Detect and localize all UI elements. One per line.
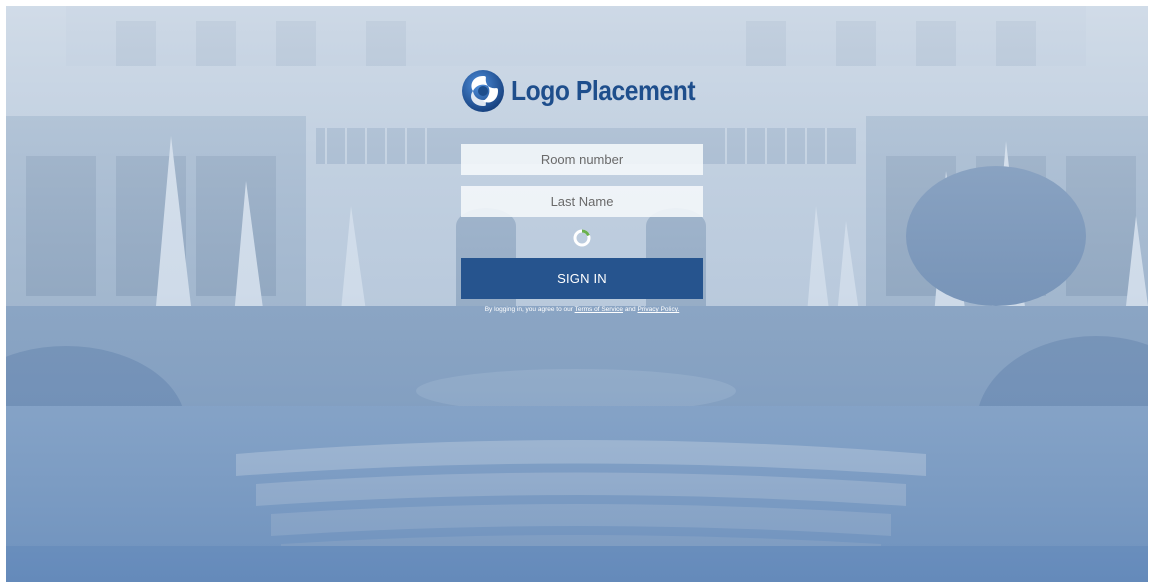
login-panel: Logo Placement SIGN IN By logging in, yo… — [6, 6, 1148, 582]
sign-in-button[interactable]: SIGN IN — [461, 258, 703, 299]
loading-spinner-icon — [573, 229, 591, 247]
swirl-logo-icon — [462, 70, 504, 112]
login-screen: Logo Placement SIGN IN By logging in, yo… — [6, 6, 1148, 582]
brand-name: Logo Placement — [511, 75, 696, 106]
terms-of-service-link[interactable]: Terms of Service — [575, 306, 623, 313]
room-number-input[interactable] — [461, 144, 703, 175]
legal-prefix: By logging in, you agree to our — [484, 306, 573, 313]
legal-connector: and — [624, 306, 636, 313]
privacy-policy-link[interactable]: Privacy Policy. — [637, 306, 679, 313]
last-name-input[interactable] — [461, 186, 703, 217]
legal-notice: By logging in, you agree to our Terms of… — [406, 306, 758, 313]
brand-logo: Logo Placement — [461, 68, 720, 114]
